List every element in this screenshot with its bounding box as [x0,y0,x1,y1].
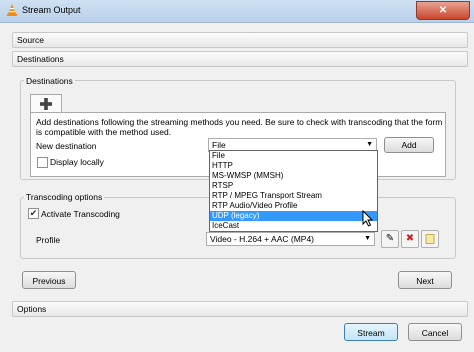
destinations-group-title: Destinations [24,76,75,86]
display-locally-label: Display locally [50,157,104,167]
delete-profile-icon[interactable]: ✖ [401,230,419,248]
edit-profile-icon[interactable]: ✎ [381,230,399,248]
add-button[interactable]: Add [384,137,434,153]
dropdown-option[interactable]: HTTP [210,161,377,171]
plus-icon [40,98,52,110]
previous-button[interactable]: Previous [22,271,76,289]
next-button[interactable]: Next [398,271,452,289]
dropdown-option[interactable]: UDP (legacy) [210,211,377,221]
new-profile-icon[interactable] [421,230,439,248]
display-locally-checkbox[interactable] [37,157,48,168]
window-title: Stream Output [22,5,81,15]
dropdown-option[interactable]: IceCast [210,221,377,231]
add-destination-tab[interactable] [30,94,62,113]
mouse-pointer-icon [362,210,374,227]
activate-transcoding-checkbox[interactable]: ✔ [28,208,39,219]
dropdown-option[interactable]: RTP Audio/Video Profile [210,201,377,211]
close-button[interactable]: ✕ [416,1,470,20]
dropdown-option[interactable]: MS-WMSP (MMSH) [210,171,377,181]
section-destinations[interactable]: Destinations [12,51,468,67]
cancel-button[interactable]: Cancel [408,323,462,341]
chevron-down-icon: ▼ [364,235,371,242]
transcoding-group-title: Transcoding options [24,192,105,202]
stream-button[interactable]: Stream [344,323,398,341]
destinations-info-line1: Add destinations following the streaming… [36,117,442,127]
dropdown-option[interactable]: RTP / MPEG Transport Stream [210,191,377,201]
document-icon [425,234,435,244]
new-destination-label: New destination [36,141,97,151]
activate-transcoding-label: Activate Transcoding [41,209,120,219]
vlc-cone-icon [7,4,17,16]
dropdown-option[interactable]: File [210,151,377,161]
profile-value: Video - H.264 + AAC (MP4) [210,234,315,244]
section-options[interactable]: Options [12,301,468,317]
destination-dropdown-list[interactable]: File HTTP MS-WMSP (MMSH) RTSP RTP / MPEG Tra… [209,150,378,232]
title-bar[interactable]: Stream Output ✕ [0,0,474,23]
dropdown-option[interactable]: RTSP [210,181,377,191]
profile-select[interactable]: Video - H.264 + AAC (MP4) ▼ [206,232,375,246]
new-destination-value: File [212,140,226,150]
destinations-info-line2: is compatible with the method used. [36,127,172,137]
section-source[interactable]: Source [12,32,468,48]
profile-label: Profile [36,235,61,245]
